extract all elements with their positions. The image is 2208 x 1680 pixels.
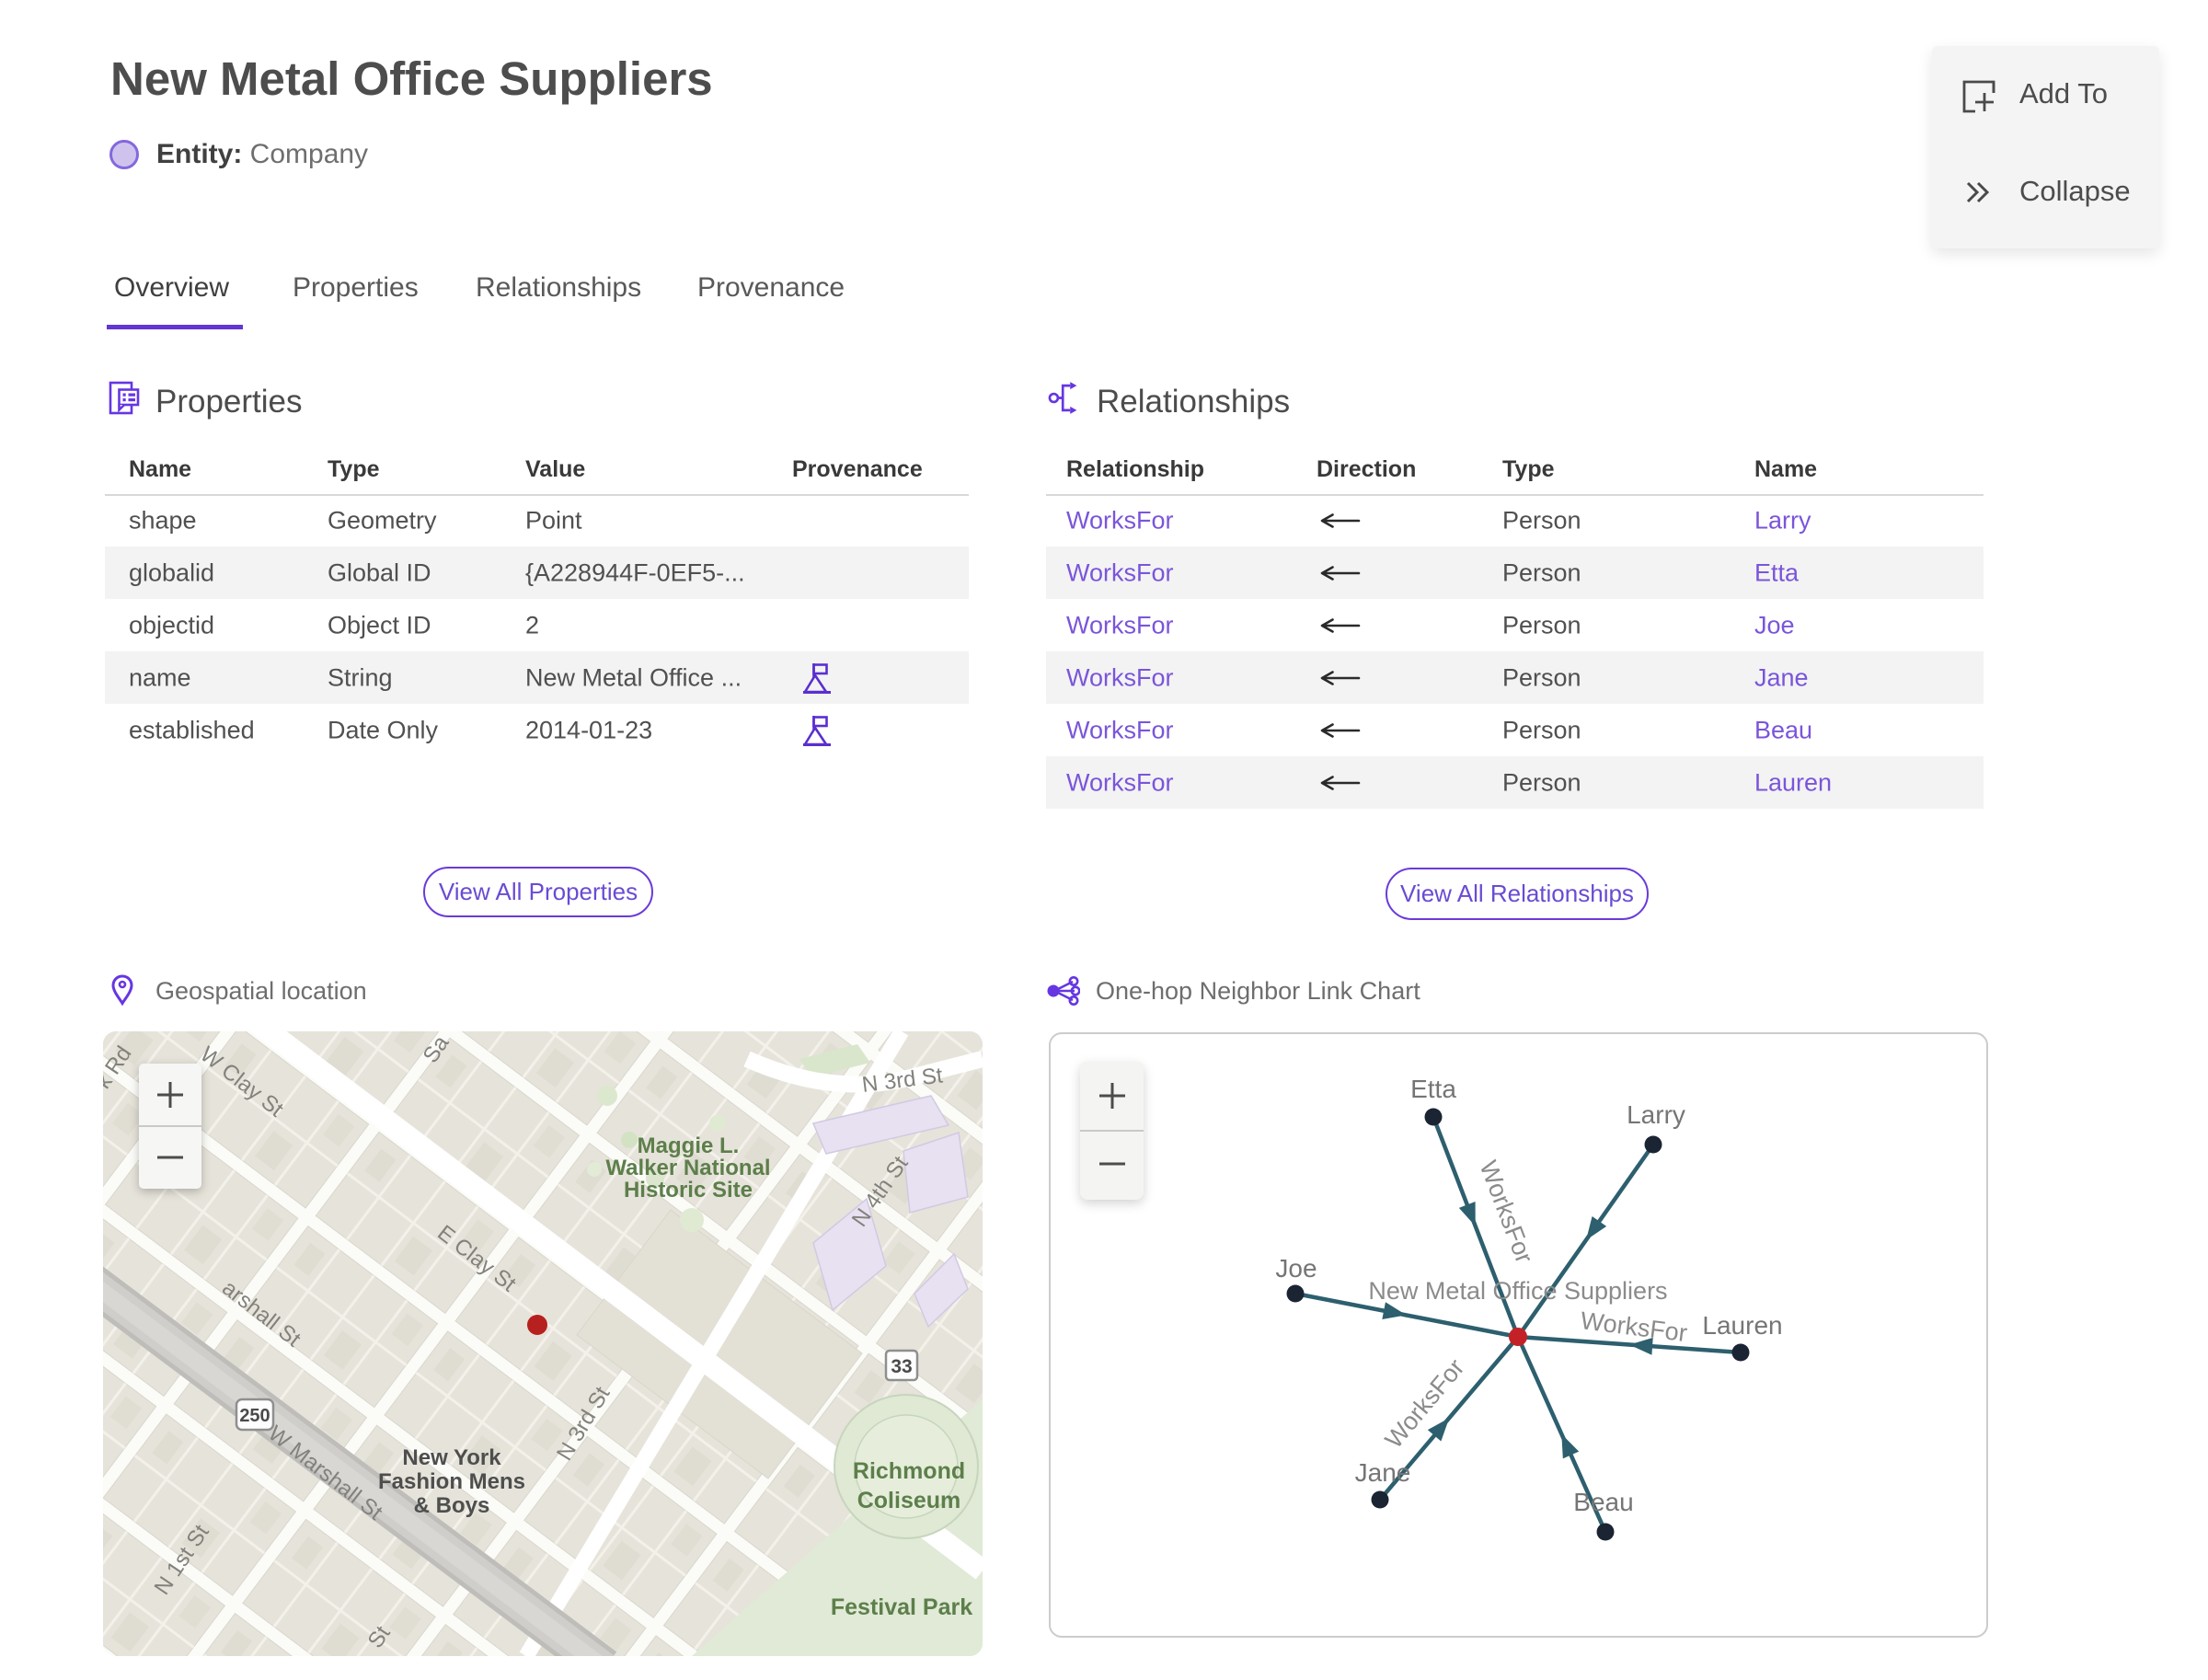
svg-text:Etta: Etta <box>1410 1075 1456 1103</box>
svg-text:& Boys: & Boys <box>414 1493 490 1518</box>
svg-text:Festival Park: Festival Park <box>831 1594 972 1620</box>
svg-text:New Metal Office Suppliers: New Metal Office Suppliers <box>1368 1277 1667 1305</box>
svg-text:Richmond: Richmond <box>853 1458 965 1484</box>
svg-text:Lauren: Lauren <box>1702 1311 1782 1340</box>
svg-text:Beau: Beau <box>1573 1488 1633 1516</box>
svg-text:Larry: Larry <box>1627 1100 1685 1129</box>
svg-text:Historic Site: Historic Site <box>624 1178 753 1202</box>
svg-text:New York: New York <box>402 1445 501 1470</box>
svg-text:33: 33 <box>891 1356 912 1377</box>
svg-text:Joe: Joe <box>1275 1254 1317 1283</box>
svg-text:Fashion Mens: Fashion Mens <box>378 1469 525 1494</box>
svg-text:Coliseum: Coliseum <box>857 1488 961 1513</box>
svg-text:250: 250 <box>239 1406 270 1426</box>
svg-text:Maggie L.: Maggie L. <box>638 1133 740 1158</box>
svg-text:WorksFor: WorksFor <box>1380 1353 1470 1454</box>
svg-text:Walker National: Walker National <box>605 1156 770 1180</box>
svg-text:Jane: Jane <box>1355 1458 1411 1487</box>
